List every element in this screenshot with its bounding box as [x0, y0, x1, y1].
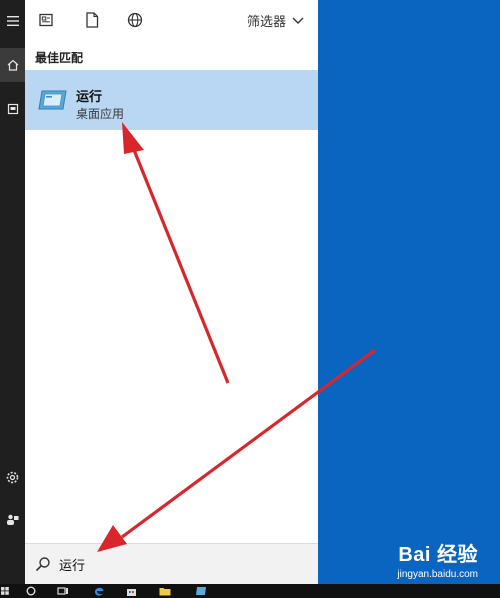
- run-taskbar-icon[interactable]: [194, 585, 208, 597]
- file-explorer-icon[interactable]: [158, 585, 172, 597]
- search-icon: [35, 556, 51, 572]
- apps-filter-icon[interactable]: [35, 9, 57, 31]
- start-left-rail: [0, 0, 25, 584]
- filter-dropdown[interactable]: 筛选器: [247, 11, 304, 30]
- filter-label: 筛选器: [246, 15, 286, 30]
- user-feedback-icon[interactable]: [0, 502, 25, 536]
- result-subtitle: 桌面应用: [76, 107, 125, 121]
- run-app-icon: [37, 88, 69, 112]
- search-input[interactable]: [59, 553, 299, 575]
- edge-browser-icon[interactable]: [92, 585, 106, 597]
- taskbar: [0, 584, 500, 598]
- taskbar-search-icon[interactable]: [24, 585, 38, 597]
- result-item-run[interactable]: 运行 桌面应用: [25, 70, 318, 130]
- chevron-down-icon: [292, 17, 304, 24]
- search-bar[interactable]: [25, 543, 318, 585]
- documents-icon[interactable]: [0, 92, 25, 126]
- result-title: 运行: [76, 90, 103, 105]
- store-icon[interactable]: [124, 585, 138, 597]
- watermark-brand: Bai 经验: [398, 544, 478, 566]
- search-panel: 筛选器 最佳匹配 运行 桌面应用: [25, 0, 318, 585]
- home-icon[interactable]: [0, 48, 25, 82]
- task-view-icon[interactable]: [56, 585, 70, 597]
- settings-gear-icon[interactable]: [0, 460, 25, 494]
- baidu-watermark: Bai 经验 jingyan.baidu.com: [397, 538, 478, 580]
- hamburger-menu-icon[interactable]: [0, 4, 25, 38]
- document-filter-icon[interactable]: [81, 9, 103, 31]
- windows-start-icon[interactable]: [0, 585, 10, 597]
- watermark-url: jingyan.baidu.com: [397, 569, 478, 580]
- web-globe-icon[interactable]: [124, 9, 146, 31]
- search-panel-header: 筛选器: [25, 0, 318, 40]
- best-match-heading: 最佳匹配: [35, 51, 84, 65]
